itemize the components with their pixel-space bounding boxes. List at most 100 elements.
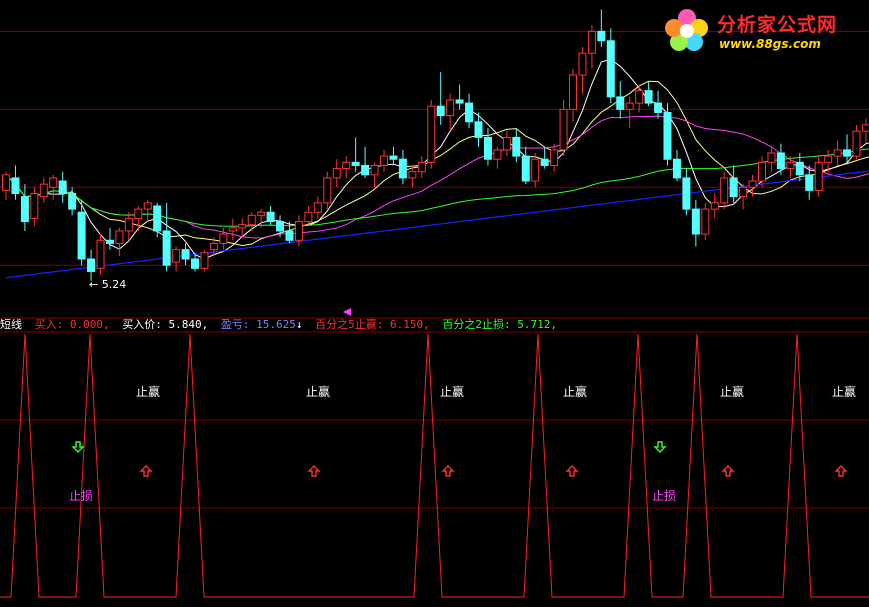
candle-body (437, 106, 444, 115)
candle-body (201, 253, 208, 269)
candle-body (541, 159, 548, 165)
candle-body (673, 159, 680, 178)
candle-body (381, 156, 388, 165)
chart-stage[interactable]: ← 5.24 止赢止赢止赢止赢止赢止赢止损止损 分析家公式网 www.88gs.… (0, 0, 869, 603)
candle-body (12, 178, 19, 194)
candle-body (286, 231, 293, 240)
field-pnl-label: 盈亏: (221, 318, 250, 331)
candle-body (97, 240, 104, 268)
candle-body (683, 178, 690, 209)
candle-body (825, 156, 832, 162)
candle-body (862, 125, 869, 131)
candle-body (88, 259, 95, 271)
candle-body (711, 203, 718, 209)
min-price-annotation: ← 5.24 (89, 278, 351, 316)
candle-body (267, 212, 274, 221)
candle-body (806, 175, 813, 191)
candle-body (399, 159, 406, 178)
candle-body (759, 162, 766, 181)
indicator-name: 短线 (0, 318, 22, 331)
candle-body (31, 194, 38, 219)
candle-body (333, 169, 340, 178)
candle-body (229, 228, 236, 231)
min-price-label: ← 5.24 (89, 278, 126, 291)
candle-body (617, 97, 624, 109)
candle-body (182, 250, 189, 259)
stop-profit-label: 止赢 (720, 384, 744, 399)
oscillator-line (0, 334, 869, 597)
candle-body (777, 153, 784, 169)
candle-body (144, 203, 151, 209)
stop-loss-label: 止损 (652, 489, 676, 503)
candle-body (248, 215, 255, 224)
candle-body (239, 225, 246, 228)
marker-triangle-icon (343, 308, 351, 316)
candle-body (503, 137, 510, 149)
candle-body (135, 209, 142, 218)
stop-loss-label: 止损 (69, 489, 93, 503)
stop-profit-label: 止赢 (440, 384, 464, 399)
candle-body (522, 156, 529, 181)
candle-body (834, 150, 841, 156)
candle-body (50, 178, 57, 187)
candle-body (475, 122, 482, 138)
candle-body (484, 137, 491, 159)
grid-lines (0, 31, 869, 508)
field-buyprice-label: 买入价: (122, 318, 162, 331)
candle-body (796, 162, 803, 174)
candle-body (3, 175, 10, 191)
candle-body (607, 41, 614, 97)
candle-body (352, 162, 359, 165)
candle-body (730, 178, 737, 197)
chart-canvas[interactable]: ← 5.24 止赢止赢止赢止赢止赢止赢止损止损 (0, 0, 869, 603)
candle-body (513, 137, 520, 156)
candle-body (324, 178, 331, 203)
down-arrow-glyph-icon: ↓ (296, 318, 303, 331)
candle-body (154, 206, 161, 231)
field-stoploss-label: 百分之2止损: (442, 318, 510, 331)
candle-body (78, 212, 85, 259)
candle-body (343, 162, 350, 168)
candle-body (295, 222, 302, 241)
candle-body (428, 106, 435, 162)
field-buy-label: 买入: (35, 318, 64, 331)
candle-body (258, 212, 265, 215)
candle-body (740, 187, 747, 196)
candle-body (59, 181, 66, 193)
candle-body (409, 172, 416, 178)
stop-profit-label: 止赢 (136, 384, 160, 399)
candle-body (636, 91, 643, 103)
candle-body (362, 165, 369, 174)
candle-body (645, 91, 652, 103)
candle-body (532, 159, 539, 181)
stop-profit-label: 止赢 (832, 384, 856, 399)
signal-markers: 止赢止赢止赢止赢止赢止赢止损止损 (69, 384, 856, 503)
oscillator-panel (0, 334, 869, 597)
watermark-url: www.88gs.com (719, 37, 821, 51)
candle-body (570, 75, 577, 109)
field-buyprice-value: 5.840, (169, 318, 209, 331)
candle-body (626, 103, 633, 109)
candle-body (815, 162, 822, 190)
candle-body (664, 112, 671, 159)
candle-body (768, 153, 775, 162)
up-arrow-icon (836, 466, 846, 476)
candle-body (702, 209, 709, 234)
candle-body (277, 222, 284, 231)
up-arrow-icon (723, 466, 733, 476)
watermark-logo: 分析家公式网 www.88gs.com (661, 4, 861, 56)
ma120-line (6, 170, 869, 278)
candle-body (163, 231, 170, 265)
field-pnl-value: 15.625 (256, 318, 296, 331)
candle-body (314, 203, 321, 212)
candle-body (116, 231, 123, 243)
candle-body (655, 103, 662, 112)
ma20-line (6, 116, 869, 238)
candle-body (456, 100, 463, 103)
indicator-header: 短线 买入: 0.000, 买入价: 5.840, 盈亏: 15.625↓ 百分… (0, 318, 557, 332)
stop-profit-label: 止赢 (306, 384, 330, 399)
watermark-title: 分析家公式网 (717, 10, 837, 37)
candle-body (588, 31, 595, 53)
candle-body (173, 250, 180, 262)
up-arrow-icon (309, 466, 319, 476)
